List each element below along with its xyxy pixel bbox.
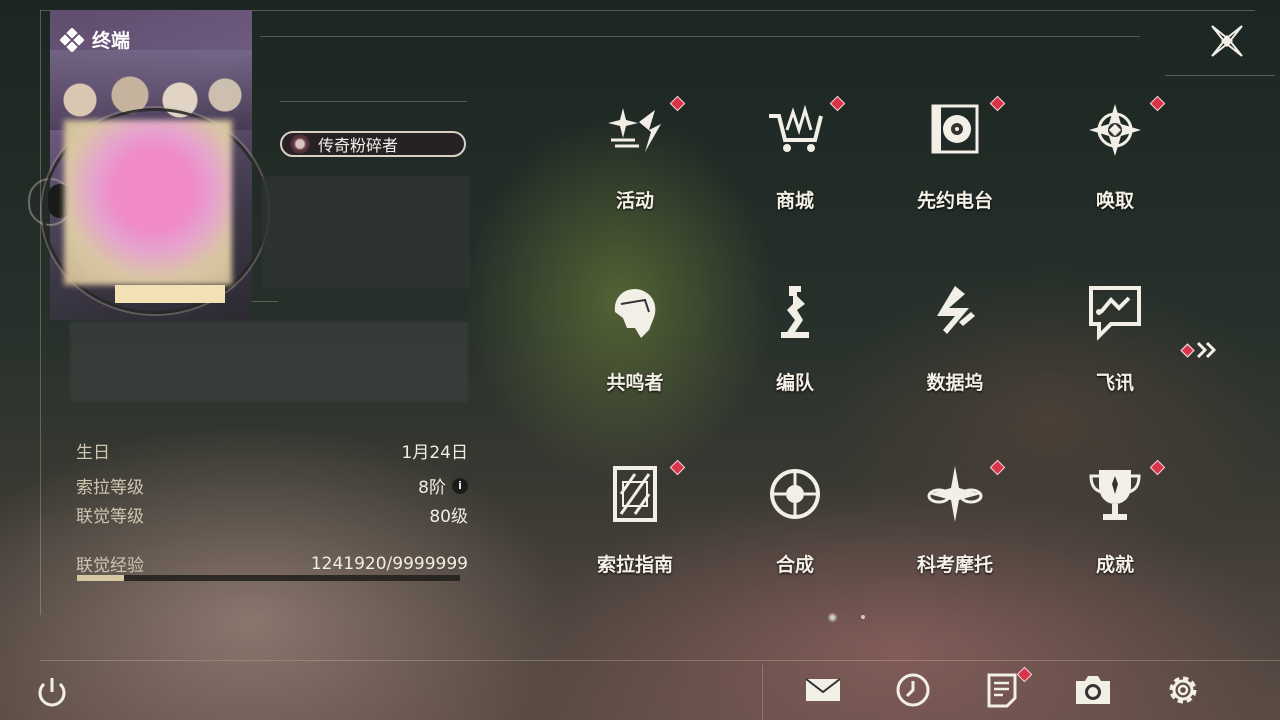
frame-left-line: [40, 10, 41, 615]
compass-star-icon: [1089, 104, 1141, 156]
menu-tile-label: 成就: [1095, 554, 1134, 576]
next-page-button[interactable]: [1180, 337, 1222, 363]
sparkle-icon: [608, 108, 661, 152]
sola-level-label: 索拉等级: [76, 478, 144, 498]
shopping-cart-icon: [769, 104, 823, 152]
menu-tile-label: 商城: [775, 190, 814, 212]
sola-level-value: 8阶: [418, 478, 446, 498]
info-icon[interactable]: i: [452, 477, 468, 494]
menu-tile-badge: [829, 95, 846, 112]
terminal-title-text: 终端: [92, 30, 131, 52]
union-level-value: 80级: [429, 507, 468, 527]
menu-tile-7[interactable]: 飞讯: [1040, 272, 1190, 412]
settings-icon[interactable]: [1163, 670, 1203, 710]
page-indicator-dot-2[interactable]: [861, 615, 865, 619]
menu-tile-label: 索拉指南: [596, 554, 673, 576]
motorbike-icon: [927, 466, 983, 522]
menu-tile-0[interactable]: 活动: [560, 90, 710, 230]
menu-tile-label: 飞讯: [1095, 372, 1134, 394]
chat-bubble-icon: [1089, 286, 1141, 341]
camera-icon[interactable]: [1073, 670, 1113, 710]
menu-tile-label: 先约电台: [916, 190, 993, 212]
chess-piece-icon: [781, 286, 809, 338]
avatar-base: [115, 285, 225, 303]
notice-icon[interactable]: [983, 670, 1023, 710]
power-icon[interactable]: [32, 672, 72, 712]
diamond-logo-icon: [60, 27, 84, 52]
menu-tile-6[interactable]: 数据坞: [880, 272, 1030, 412]
frame-divider: [762, 665, 763, 720]
data-dock-icon: [937, 286, 975, 334]
menu-tile-8[interactable]: 索拉指南: [560, 454, 710, 594]
close-icon[interactable]: [1208, 22, 1246, 60]
profile-divider: [280, 101, 467, 102]
frame-bottom-line: [40, 660, 1280, 661]
title-badge[interactable]: 传奇粉碎者: [280, 131, 466, 157]
character-portrait-icon: [614, 288, 656, 338]
menu-tile-label: 唤取: [1095, 190, 1134, 212]
menu-tile-label: 共鸣者: [606, 372, 664, 394]
title-badge-label: 传奇粉碎者: [318, 136, 399, 155]
birthday-value: 1月24日: [401, 443, 468, 463]
menu-tile-badge: [989, 459, 1006, 476]
mail-icon[interactable]: [803, 670, 843, 710]
clock-icon[interactable]: [893, 670, 933, 710]
menu-tile-3[interactable]: 唤取: [1040, 90, 1190, 230]
page-indicator-dot-1[interactable]: [830, 615, 835, 620]
union-level-row: 联觉等级 80级: [76, 502, 468, 527]
union-exp-row: 联觉经验 1241920/9999999: [76, 551, 468, 577]
menu-tile-label: 编队: [775, 372, 814, 394]
frame-inner-top: [260, 36, 1140, 37]
birthday-row: 生日 1月24日: [76, 438, 468, 463]
signature-block[interactable]: [70, 322, 468, 402]
exp-progress-bar: [77, 575, 460, 581]
menu-tile-label: 合成: [775, 554, 814, 576]
menu-tile-10[interactable]: 科考摩托: [880, 454, 1030, 594]
avatar[interactable]: [64, 120, 232, 285]
title-emblem-icon: [290, 134, 310, 154]
exp-progress-fill: [77, 575, 125, 581]
union-exp-value: 1241920/9999999: [310, 553, 468, 574]
menu-tile-badge: [669, 459, 686, 476]
menu-tile-badge: [1149, 459, 1166, 476]
union-level-label: 联觉等级: [76, 507, 144, 527]
synthesis-icon: [770, 469, 820, 519]
frame-inner-right: [1165, 75, 1275, 76]
menu-tile-badge: [669, 95, 686, 112]
menu-tile-1[interactable]: 商城: [720, 90, 870, 230]
nickname-block: [262, 176, 470, 288]
menu-tile-4[interactable]: 共鸣者: [560, 272, 710, 412]
guide-book-icon: [613, 466, 657, 522]
sola-level-value-wrap: 8阶 i: [418, 473, 468, 498]
menu-tile-label: 数据坞: [926, 372, 984, 394]
menu-tile-label: 活动: [615, 190, 654, 212]
menu-tile-9[interactable]: 合成: [720, 454, 870, 594]
sola-level-row: 索拉等级 8阶 i: [76, 473, 468, 498]
menu-tile-2[interactable]: 先约电台: [880, 90, 1030, 230]
union-exp-label: 联觉经验: [76, 556, 144, 576]
menu-tile-5[interactable]: 编队: [720, 272, 870, 412]
menu-tile-11[interactable]: 成就: [1040, 454, 1190, 594]
radio-icon: [931, 104, 979, 154]
trophy-icon: [1089, 470, 1141, 520]
menu-tile-badge: [989, 95, 1006, 112]
terminal-title: 终端: [60, 26, 130, 53]
birthday-label: 生日: [76, 443, 110, 463]
menu-tile-badge: [1149, 95, 1166, 112]
menu-tile-label: 科考摩托: [916, 554, 993, 576]
